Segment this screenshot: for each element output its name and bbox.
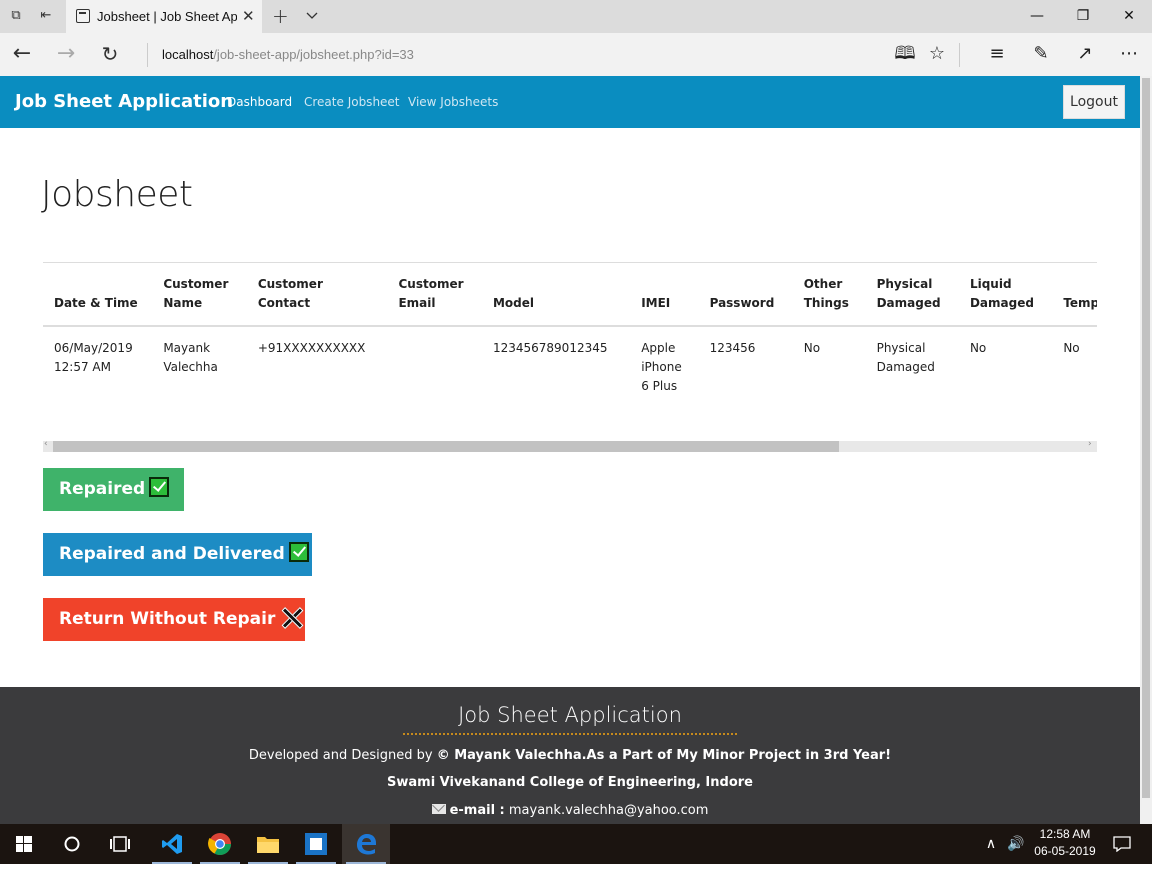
table-cell: 123456 [709, 341, 756, 355]
nav-view-jobsheets[interactable]: View Jobsheets [408, 76, 498, 128]
footer-title: Job Sheet Application [458, 703, 682, 727]
back-arrow-icon[interactable]: ← [10, 43, 34, 67]
table-header-cell: Liquid Damaged [958, 263, 1053, 327]
table-header-cell: Customer Contact [246, 263, 388, 327]
close-window-icon[interactable]: ✕ [1106, 0, 1152, 33]
horizontal-scrollbar[interactable]: ‹ › [43, 439, 1097, 452]
table-header-cell: IMEI [630, 263, 699, 327]
footer-divider [403, 733, 737, 735]
table-row: 06/May/2019 12:57 AM Mayank Valechha +91XX… [43, 326, 1097, 440]
table-header-row: Date & Time Customer Name Customer Contact… [43, 263, 1097, 327]
tab-close-icon[interactable]: ✕ [242, 8, 255, 24]
table-header-cell: Customer Email [387, 263, 482, 327]
scroll-right-icon[interactable]: › [1088, 439, 1092, 449]
table-cell: Apple iPhone 6 Plus [641, 341, 682, 393]
scroll-left-icon[interactable]: ‹ [44, 439, 48, 449]
hub-icon[interactable]: ≡ [985, 43, 1009, 67]
browser-tab-jobsheet[interactable]: Jobsheet | Job Sheet Ap ✕ [66, 0, 262, 33]
table-cell: 123456789012345 [492, 341, 608, 355]
web-page: Job Sheet Application Dashboard Create J… [0, 76, 1140, 824]
sticky-notes-icon[interactable] [292, 824, 340, 864]
refresh-icon[interactable]: ↻ [98, 43, 122, 67]
favorite-star-icon[interactable]: ☆ [925, 43, 949, 67]
browser-address-bar: ← → ↻ localhost/job-sheet-app/jobsheet.p… [0, 33, 1152, 76]
horizontal-scroll-thumb[interactable] [53, 441, 839, 452]
page-footer: Job Sheet Application Developed and Desi… [0, 687, 1140, 824]
start-windows-icon[interactable] [0, 824, 48, 864]
repaired-button[interactable]: Repaired [43, 468, 184, 511]
return-without-repair-label: Return Without Repair [59, 609, 276, 629]
jobsheet-table-container: Date & Time Customer Name Customer Contact… [43, 262, 1097, 440]
clock-date: 06-05-2019 [1034, 844, 1096, 858]
table-cell: No [803, 341, 821, 355]
tray-chevron-up-icon[interactable]: ∧ [980, 824, 1002, 864]
set-tabs-aside-icon[interactable]: ⇤ [38, 8, 54, 24]
table-body: 06/May/2019 12:57 AM Mayank Valechha +91XX… [43, 326, 1097, 440]
repaired-delivered-button[interactable]: Repaired and Delivered [43, 533, 312, 576]
jobsheet-table: Date & Time Customer Name Customer Contact… [43, 263, 1097, 440]
email-address[interactable]: mayank.valechha@yahoo.com [509, 803, 709, 818]
taskbar-clock[interactable]: 12:58 AM 06-05-2019 [1030, 826, 1100, 860]
reading-view-icon[interactable]: 🕮 [893, 43, 917, 67]
check-mark-icon [149, 477, 170, 497]
task-view-icon[interactable] [96, 824, 144, 864]
brand-link[interactable]: Job Sheet Application [15, 76, 233, 128]
envelope-icon [431, 804, 446, 814]
footer-college: Swami Vivekanand College of Engineering,… [387, 775, 753, 790]
repaired-label: Repaired [59, 479, 146, 499]
new-tab-icon[interactable]: + [272, 5, 289, 27]
table-cell: +91XXXXXXXXXX [257, 341, 366, 355]
page-title: Jobsheet [41, 174, 193, 215]
top-navbar: Job Sheet Application Dashboard Create J… [0, 76, 1140, 128]
table-header-cell: Password [698, 263, 793, 327]
table-cell: Mayank Valechha [163, 341, 218, 374]
volume-icon[interactable]: 🔊 [1004, 824, 1028, 864]
repaired-delivered-label: Repaired and Delivered [59, 544, 285, 564]
table-header-cell: Date & Time [43, 263, 153, 327]
tab-preview-chevron-icon[interactable] [306, 9, 318, 21]
cross-mark-icon [281, 607, 301, 627]
nav-dashboard[interactable]: Dashboard [227, 76, 292, 128]
tab-actions-icon[interactable]: ⧉ [8, 8, 24, 24]
footer-email: e-mail : mayank.valechha@yahoo.com [0, 803, 1140, 818]
windows-taskbar: ∧ 🔊 12:58 AM 06-05-2019 [0, 824, 1152, 864]
clock-time: 12:58 AM [1039, 827, 1091, 841]
table-header-cell: Other Things [792, 263, 866, 327]
edge-icon[interactable] [342, 824, 390, 864]
tab-title: Jobsheet | Job Sheet Ap [97, 9, 237, 24]
share-icon[interactable]: ↗ [1073, 43, 1097, 67]
table-header-cell: Tempered [1052, 263, 1097, 327]
vscode-icon[interactable] [148, 824, 196, 864]
minimize-icon[interactable]: — [1014, 0, 1060, 33]
chrome-icon[interactable] [196, 824, 244, 864]
check-mark-icon [288, 542, 309, 562]
nav-create-jobsheet[interactable]: Create Jobsheet [304, 76, 400, 128]
table-header-cell: Physical Damaged [865, 263, 959, 327]
table-cell: No [1063, 341, 1080, 355]
web-note-icon[interactable]: ✎ [1029, 43, 1053, 67]
page-favicon-icon [76, 9, 90, 23]
table-cell: 06/May/2019 12:57 AM [54, 341, 133, 374]
search-circle-icon[interactable] [48, 824, 96, 864]
logout-button[interactable]: Logout [1063, 85, 1125, 119]
return-without-repair-button[interactable]: Return Without Repair [43, 598, 305, 641]
vertical-scrollbar[interactable] [1140, 76, 1152, 824]
table-cell: No [969, 341, 987, 355]
table-cell [387, 326, 482, 440]
table-cell: Physical Damaged [876, 341, 935, 374]
table-header-cell: Model [481, 263, 631, 327]
footer-credit: Developed and Designed by © Mayank Valec… [248, 748, 892, 763]
restore-icon[interactable]: ❐ [1060, 0, 1106, 33]
url-field[interactable]: localhost/job-sheet-app/jobsheet.php?id=… [162, 33, 414, 76]
notifications-icon[interactable] [1108, 824, 1136, 864]
file-explorer-icon[interactable] [244, 824, 292, 864]
forward-arrow-icon[interactable]: → [54, 43, 78, 67]
vertical-scroll-thumb[interactable] [1142, 78, 1150, 798]
browser-titlebar: ⧉ ⇤ Jobsheet | Job Sheet Ap ✕ + — ❐ ✕ [0, 0, 1152, 33]
more-options-icon[interactable]: ⋯ [1117, 43, 1141, 67]
table-header-cell: Customer Name [152, 263, 247, 327]
